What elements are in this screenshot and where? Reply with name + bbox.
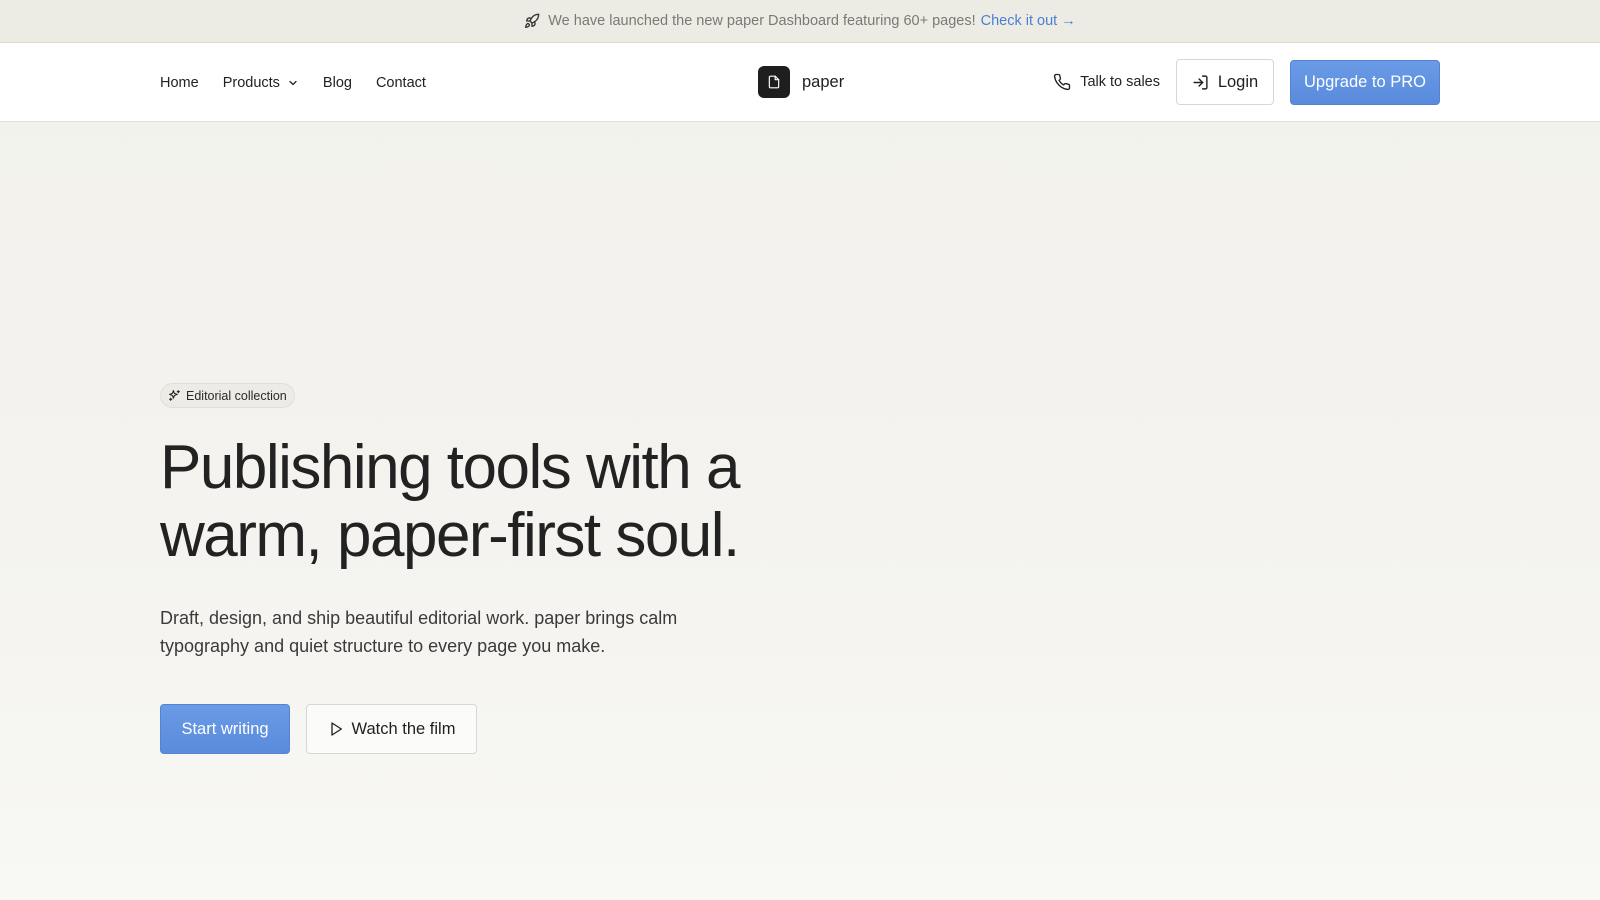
hero-headline: Publishing tools with a warm, paper-firs… xyxy=(160,433,740,570)
upgrade-button[interactable]: Upgrade to PRO xyxy=(1290,59,1440,105)
sparkles-icon xyxy=(168,389,181,402)
hero-subtext: Draft, design, and ship beautiful editor… xyxy=(160,608,678,656)
watch-film-label: Watch the film xyxy=(351,719,456,738)
announcement-text: We have launched the new paper Dashboard… xyxy=(548,13,976,29)
collection-badge-label: Editorial collection xyxy=(186,388,287,403)
phone-icon xyxy=(1053,73,1071,91)
collection-badge: Editorial collection xyxy=(160,383,295,408)
hero-actions: Start writing Watch the film xyxy=(160,704,780,754)
brand-logo-link[interactable]: paper xyxy=(758,66,844,98)
announcement-link[interactable]: Check it out → xyxy=(981,13,1076,29)
talk-to-sales-link[interactable]: Talk to sales xyxy=(1053,73,1160,91)
announcement-bar: We have launched the new paper Dashboard… xyxy=(0,0,1600,43)
nav-products[interactable]: Products xyxy=(223,75,299,91)
start-writing-button[interactable]: Start writing xyxy=(160,704,290,754)
site-header: Home Products Blog Contact paper Talk to… xyxy=(0,43,1600,122)
login-button[interactable]: Login xyxy=(1176,59,1274,105)
nav-blog[interactable]: Blog xyxy=(323,75,352,91)
document-icon xyxy=(758,66,790,98)
hero-section: Editorial collection Publishing tools wi… xyxy=(160,383,780,754)
login-label: Login xyxy=(1217,72,1259,91)
rocket-icon xyxy=(524,13,540,29)
nav-products-label: Products xyxy=(222,74,280,91)
play-icon xyxy=(328,721,344,737)
log-in-icon xyxy=(1192,74,1209,91)
nav-home[interactable]: Home xyxy=(160,75,199,91)
header-actions: Talk to sales Login Upgrade to PRO xyxy=(1053,59,1440,105)
nav-contact[interactable]: Contact xyxy=(376,75,426,91)
talk-to-sales-label: Talk to sales xyxy=(1080,74,1160,90)
main-nav: Home Products Blog Contact xyxy=(160,43,450,122)
watch-film-button[interactable]: Watch the film xyxy=(306,704,477,754)
brand-name: paper xyxy=(802,72,845,91)
chevron-down-icon xyxy=(287,77,299,89)
